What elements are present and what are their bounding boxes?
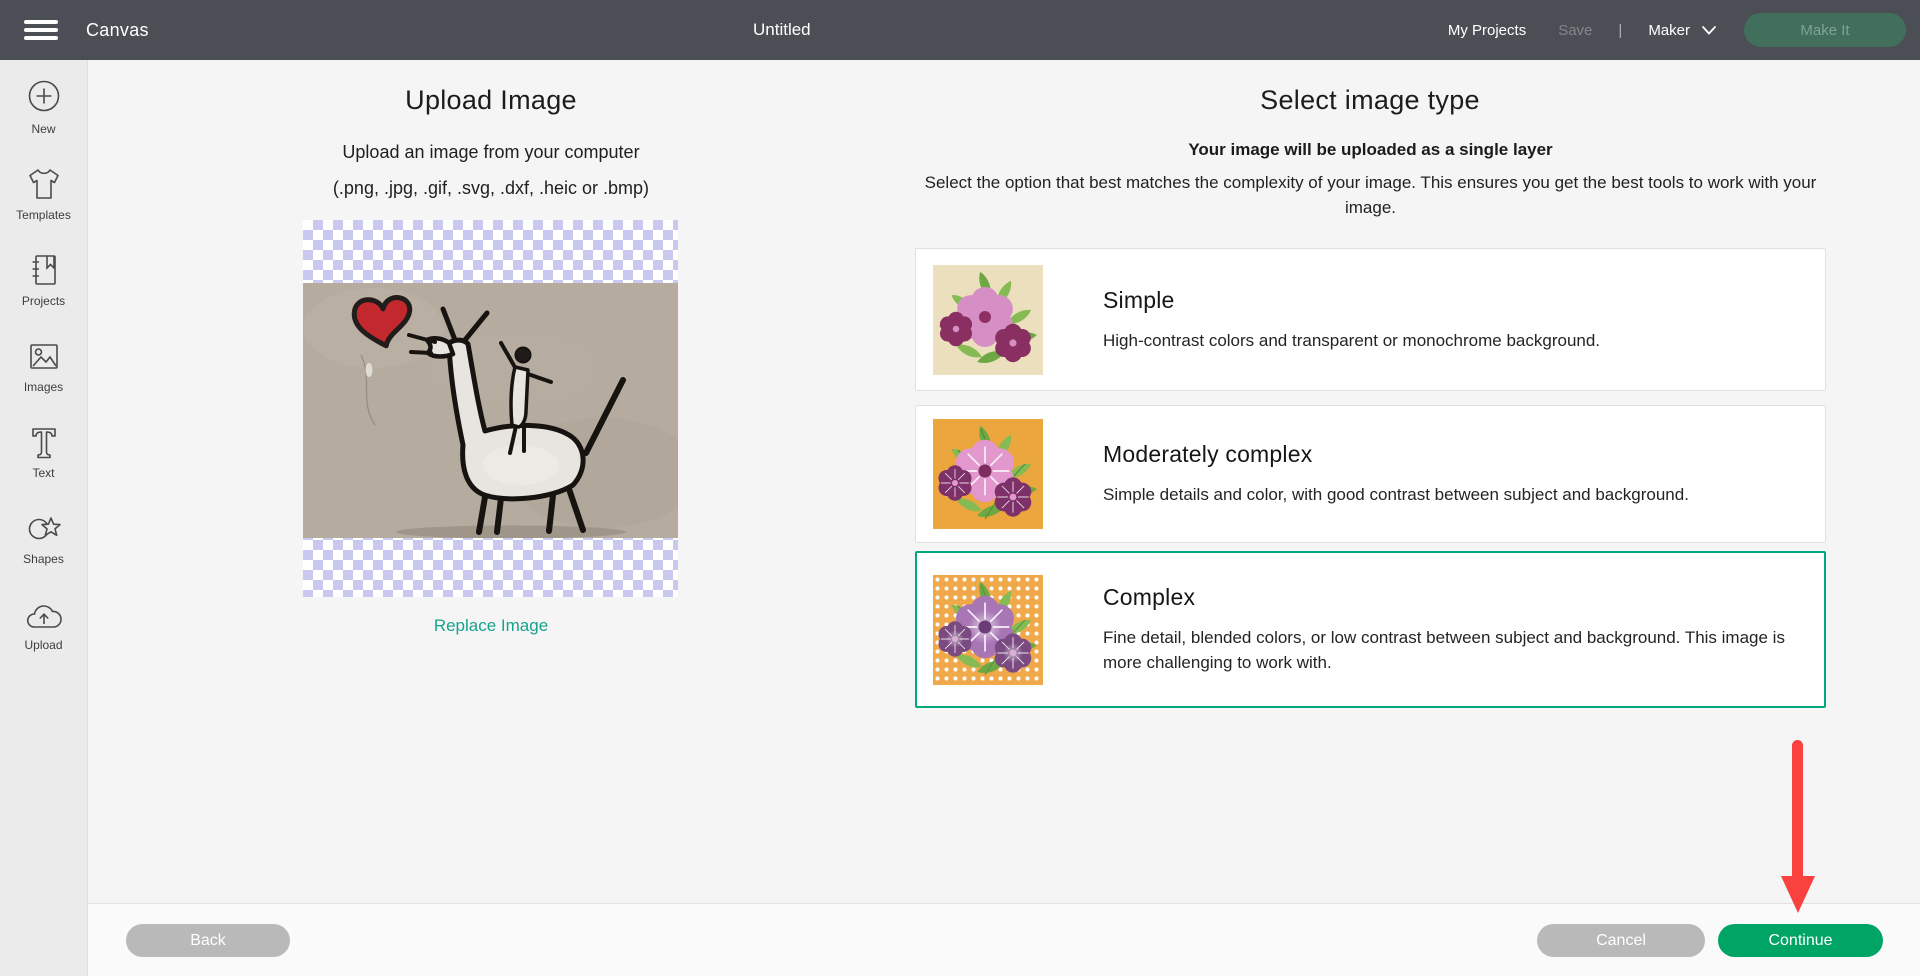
left-nav-sidebar: New Templates Projects Images Text Shape…	[0, 60, 88, 976]
sidebar-item-label: Shapes	[23, 552, 64, 566]
back-button[interactable]: Back	[126, 924, 290, 957]
upload-panel-title: Upload Image	[191, 85, 791, 116]
machine-name: Maker	[1648, 22, 1690, 39]
uploaded-image-preview	[303, 283, 678, 538]
letter-t-icon	[24, 418, 64, 460]
notebook-bookmark-icon	[24, 246, 64, 288]
simple-thumbnail	[933, 265, 1043, 375]
complex-thumbnail	[933, 575, 1043, 685]
moderately-complex-thumbnail	[933, 419, 1043, 529]
save-button[interactable]: Save	[1558, 22, 1592, 39]
continue-button[interactable]: Continue	[1718, 924, 1883, 957]
sidebar-item-upload[interactable]: Upload	[0, 590, 87, 676]
single-layer-note: Your image will be uploaded as a single …	[915, 140, 1826, 160]
topbar-actions: My Projects Save | Maker Make It	[1448, 0, 1920, 60]
make-it-button[interactable]: Make It	[1744, 13, 1906, 47]
image-preview-checkerboard	[303, 220, 678, 597]
bottom-action-bar: Back Cancel Continue	[88, 903, 1920, 976]
upload-filetypes: (.png, .jpg, .gif, .svg, .dxf, .heic or …	[191, 178, 791, 199]
sidebar-item-label: Upload	[24, 638, 62, 652]
option-title: Moderately complex	[1103, 441, 1689, 468]
option-card-simple[interactable]: Simple High-contrast colors and transpar…	[915, 248, 1826, 391]
select-type-description: Select the option that best matches the …	[915, 170, 1826, 220]
sidebar-item-label: Images	[24, 380, 63, 394]
option-card-moderately-complex[interactable]: Moderately complex Simple details and co…	[915, 405, 1826, 543]
upload-subtitle: Upload an image from your computer	[191, 142, 791, 163]
sidebar-item-label: Text	[32, 466, 54, 480]
sidebar-item-label: Templates	[16, 208, 71, 222]
sidebar-item-shapes[interactable]: Shapes	[0, 504, 87, 590]
option-description: Simple details and color, with good cont…	[1103, 482, 1689, 507]
main-content: Upload Image Upload an image from your c…	[88, 60, 1920, 903]
menu-hamburger-icon[interactable]	[24, 16, 58, 44]
my-projects-link[interactable]: My Projects	[1448, 22, 1526, 39]
option-title: Complex	[1103, 584, 1803, 611]
sidebar-item-templates[interactable]: Templates	[0, 160, 87, 246]
option-description: Fine detail, blended colors, or low cont…	[1103, 625, 1803, 675]
option-description: High-contrast colors and transparent or …	[1103, 328, 1600, 353]
machine-selector[interactable]: Maker	[1648, 22, 1716, 39]
circle-star-icon	[24, 504, 64, 546]
chevron-down-icon	[1702, 26, 1716, 35]
replace-image-link[interactable]: Replace Image	[191, 616, 791, 636]
sidebar-item-label: New	[31, 122, 55, 136]
option-title: Simple	[1103, 287, 1600, 314]
page-title: Canvas	[86, 20, 149, 41]
sidebar-item-new[interactable]: New	[0, 74, 87, 160]
divider: |	[1618, 22, 1622, 39]
option-card-complex[interactable]: Complex Fine detail, blended colors, or …	[915, 551, 1826, 708]
tshirt-icon	[24, 160, 64, 202]
project-name[interactable]: Untitled	[753, 20, 811, 40]
plus-circle-icon	[24, 74, 64, 116]
sidebar-item-images[interactable]: Images	[0, 332, 87, 418]
sidebar-item-projects[interactable]: Projects	[0, 246, 87, 332]
cancel-button[interactable]: Cancel	[1537, 924, 1705, 957]
cloud-upload-icon	[23, 590, 65, 632]
picture-icon	[24, 332, 64, 374]
sidebar-item-label: Projects	[22, 294, 65, 308]
sidebar-item-text[interactable]: Text	[0, 418, 87, 504]
pointer-arrow-icon	[1779, 738, 1817, 916]
top-bar: Canvas Untitled My Projects Save | Maker…	[0, 0, 1920, 60]
select-type-title: Select image type	[1070, 85, 1670, 116]
